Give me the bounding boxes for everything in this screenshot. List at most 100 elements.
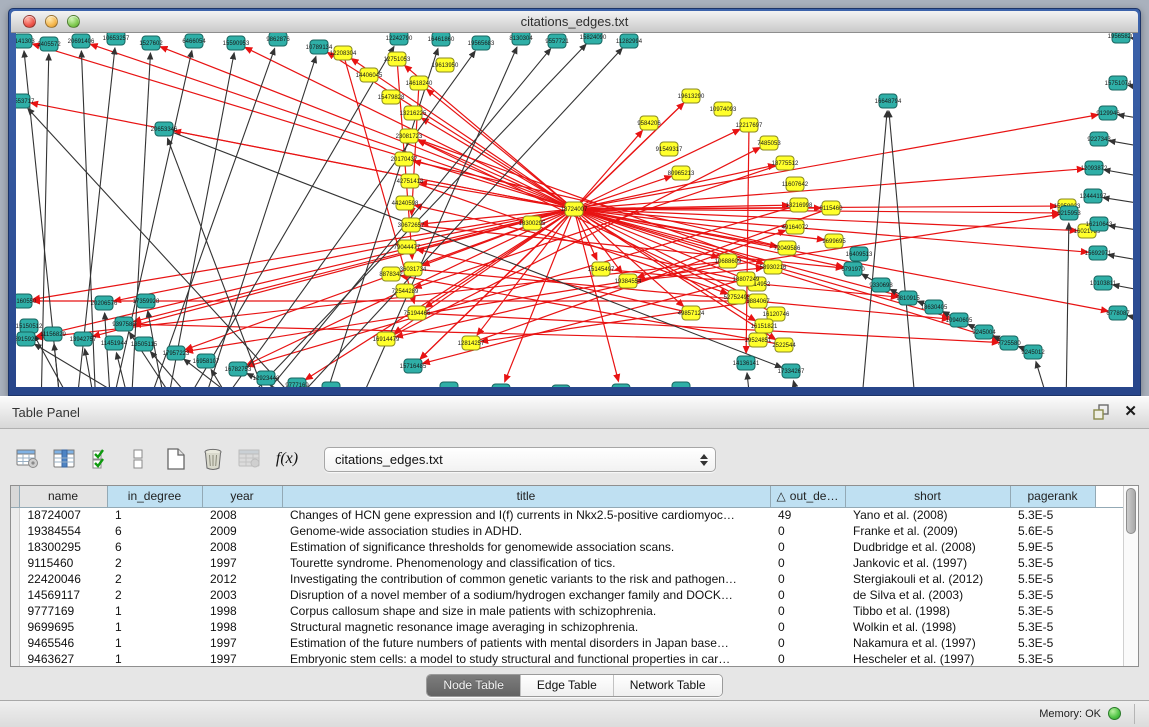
graph-node[interactable]: 49164072 — [782, 220, 809, 234]
scrollbar-thumb[interactable] — [1126, 488, 1136, 534]
tab-edge-table[interactable]: Edge Table — [520, 675, 613, 696]
cell[interactable]: 2008 — [202, 539, 282, 555]
cell[interactable]: Stergiakouli et al. (2012) — [845, 571, 1010, 587]
graph-edge[interactable] — [1108, 255, 1133, 263]
cell[interactable]: 2 — [107, 555, 202, 571]
cell[interactable]: Disruption of a novel member of a sodium… — [282, 587, 770, 603]
cell[interactable]: Genome-wide association studies in ADHD. — [282, 523, 770, 539]
graph-node[interactable]: 19384554 — [615, 274, 642, 288]
close-panel-icon[interactable]: ✕ — [1124, 404, 1137, 420]
graph-node[interactable]: 8878342 — [379, 267, 403, 281]
graph-node[interactable]: 72049586 — [774, 241, 801, 255]
graph-node[interactable]: 15751074 — [1105, 76, 1132, 90]
graph-node[interactable]: 2405572 — [37, 37, 61, 51]
graph-node[interactable]: 9884067 — [746, 294, 770, 308]
cell[interactable]: 1997 — [202, 651, 282, 667]
graph-node[interactable]: 19613290 — [678, 89, 705, 103]
cell[interactable]: 22420046 — [19, 571, 107, 587]
graph-node[interactable]: 9129946 — [1096, 106, 1120, 120]
graph-node[interactable]: 17957223 — [163, 346, 190, 360]
graph-node[interactable]: 2522544 — [772, 338, 796, 352]
graph-node[interactable]: 20206576 — [91, 296, 118, 310]
graph-node[interactable]: 20553717 — [16, 94, 35, 108]
graph-node[interactable]: 16409513 — [846, 247, 873, 261]
graph-node[interactable]: 9245012 — [1021, 345, 1045, 359]
network-graph[interactable]: 1872400718300295122083041440604512751053… — [16, 33, 1133, 387]
column-header-in_degree[interactable]: in_degree — [107, 486, 202, 507]
cell[interactable]: Franke et al. (2009) — [845, 523, 1010, 539]
graph-node[interactable]: 1527602 — [139, 36, 163, 50]
network-canvas[interactable]: 1872400718300295122083041440604512751053… — [16, 33, 1133, 387]
cell[interactable]: 49 — [770, 507, 845, 523]
cell[interactable]: 1997 — [202, 555, 282, 571]
graph-edge[interactable] — [1103, 198, 1133, 206]
graph-node[interactable]: 6778087 — [1106, 306, 1130, 320]
table-row[interactable]: 1872400712008Changes of HCN gene express… — [11, 507, 1125, 523]
column-header-name[interactable]: name — [19, 486, 107, 507]
graph-edge[interactable] — [481, 301, 758, 342]
table-row[interactable]: 911546021997Tourette syndrome. Phenomeno… — [11, 555, 1125, 571]
graph-node[interactable]: 15716485 — [400, 359, 427, 373]
graph-node[interactable]: 9330698 — [869, 278, 893, 292]
graph-node[interactable]: 19565820 — [1108, 33, 1133, 43]
cell[interactable]: Wolkin et al. (1998) — [845, 619, 1010, 635]
graph-edge[interactable] — [116, 353, 131, 387]
graph-node[interactable]: 11451944 — [101, 336, 128, 350]
deselect-all-icon[interactable] — [125, 444, 153, 474]
graph-edge[interactable] — [286, 48, 622, 387]
graph-node[interactable]: 8141303 — [16, 34, 35, 48]
graph-node[interactable]: 9215953 — [1057, 206, 1081, 220]
cell[interactable]: Estimation of significance thresholds fo… — [282, 539, 770, 555]
cell[interactable]: Investigating the contribution of common… — [282, 571, 770, 587]
graph-node[interactable]: 9227343 — [1087, 132, 1111, 146]
cell[interactable]: Jankovic et al. (1997) — [845, 555, 1010, 571]
graph-node[interactable]: 19613950 — [432, 58, 459, 72]
cell[interactable]: 0 — [770, 523, 845, 539]
graph-node[interactable]: 10103811 — [1090, 276, 1117, 290]
graph-edge[interactable] — [1104, 170, 1133, 179]
graph-edge[interactable] — [1066, 223, 1069, 387]
graph-node[interactable]: 9557721 — [545, 34, 569, 48]
graph-node[interactable]: 9862876 — [266, 33, 290, 46]
cell[interactable]: 2003 — [202, 587, 282, 603]
cell[interactable]: Structural magnetic resonance image aver… — [282, 619, 770, 635]
cell[interactable]: 0 — [770, 619, 845, 635]
table-row[interactable]: 946554611997Estimation of the future num… — [11, 635, 1125, 651]
window-titlebar[interactable]: citations_edges.txt — [11, 11, 1138, 33]
cell[interactable]: 5.3E-5 — [1010, 619, 1095, 635]
graph-node[interactable]: 14406045 — [356, 68, 383, 82]
graph-node[interactable]: 91549317 — [656, 142, 683, 156]
graph-edge[interactable] — [33, 44, 574, 209]
cell[interactable]: 1997 — [202, 635, 282, 651]
graph-edge[interactable] — [174, 131, 574, 209]
graph-node[interactable]: 15318031 — [608, 384, 635, 387]
graph-node[interactable]: 14136141 — [733, 356, 760, 370]
graph-edge[interactable] — [747, 373, 751, 387]
cell[interactable]: 6 — [107, 523, 202, 539]
graph-node[interactable]: 12444197 — [1080, 189, 1107, 203]
cell[interactable]: 5.5E-5 — [1010, 571, 1095, 587]
graph-node[interactable]: 12093872 — [1081, 161, 1108, 175]
cell[interactable]: 18724007 — [19, 507, 107, 523]
graph-node[interactable]: 12217697 — [736, 118, 763, 132]
cell[interactable]: 5.3E-5 — [1010, 555, 1095, 571]
graph-edge[interactable] — [181, 47, 394, 387]
graph-node[interactable]: 19565683 — [468, 36, 495, 50]
cell[interactable]: 5.9E-5 — [1010, 539, 1095, 555]
cell[interactable]: 0 — [770, 555, 845, 571]
graph-node[interactable]: 12751053 — [384, 52, 411, 66]
graph-node[interactable]: 10974093 — [710, 102, 737, 116]
cell[interactable]: de Silva et al. (2003) — [845, 587, 1010, 603]
graph-node[interactable]: 6466054 — [182, 34, 206, 48]
graph-node[interactable]: 9777169 — [285, 378, 309, 387]
cell[interactable]: 1 — [107, 619, 202, 635]
graph-node[interactable]: 18030904 — [488, 384, 515, 387]
cell[interactable]: Estimation of the future numbers of pati… — [282, 635, 770, 651]
cell[interactable]: 5.3E-5 — [1010, 587, 1095, 603]
graph-node[interactable]: 9245004 — [972, 325, 996, 339]
graph-edge[interactable] — [305, 209, 574, 380]
graph-edge[interactable] — [28, 108, 306, 387]
cell[interactable]: 19384554 — [19, 523, 107, 539]
graph-edge[interactable] — [574, 129, 740, 209]
delete-table-icon[interactable] — [236, 444, 264, 474]
